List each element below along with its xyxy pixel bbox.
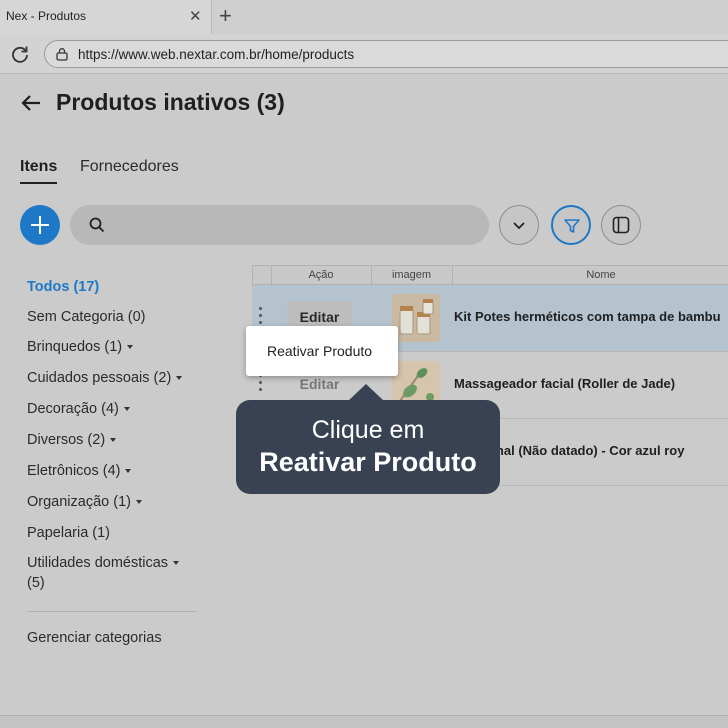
caret-down-icon[interactable]	[176, 376, 183, 381]
tooltip-line-2: Reativar Produto	[259, 447, 477, 477]
url-field[interactable]: https://www.web.nextar.com.br/home/produ…	[44, 40, 728, 68]
category-eletronicos[interactable]: Eletrônicos (4)	[27, 463, 132, 479]
category-utilidades-count[interactable]: (5)	[27, 575, 45, 591]
header-imagem: imagem	[391, 269, 432, 281]
reactivate-product-menu-item[interactable]: Reativar Produto	[267, 343, 372, 359]
category-sem-categoria[interactable]: Sem Categoria (0)	[27, 309, 145, 325]
product-name: Massageador facial (Roller de Jade)	[454, 376, 676, 391]
category-label: Decoração (4)	[27, 401, 119, 417]
browser-tab-title: Nex - Produtos	[6, 9, 87, 23]
category-brinquedos[interactable]: Brinquedos (1)	[27, 339, 134, 355]
header-acao: Ação	[308, 269, 334, 281]
category-label: Cuidados pessoais (2)	[27, 370, 172, 386]
filter-icon	[564, 219, 580, 233]
tooltip-line-1: Clique em	[311, 416, 425, 444]
add-product-button[interactable]	[20, 205, 60, 245]
tab-itens[interactable]: Itens	[20, 158, 58, 184]
expand-button[interactable]	[499, 205, 539, 245]
table-header: Ação imagem Nome	[252, 265, 728, 285]
close-tab-icon[interactable]: ✕	[189, 7, 202, 25]
browser-tab[interactable]: Nex - Produtos ✕	[0, 0, 212, 34]
page-title: Produtos inativos (3)	[56, 89, 285, 116]
caret-down-icon[interactable]	[125, 469, 132, 474]
address-bar: https://www.web.nextar.com.br/home/produ…	[0, 34, 728, 74]
category-label: Diversos (2)	[27, 432, 106, 448]
page-title-count: (3)	[256, 89, 285, 115]
sidebar-panel-icon	[612, 216, 630, 234]
chevron-down-icon	[513, 222, 525, 230]
bottom-scrollbar[interactable]	[0, 715, 728, 728]
category-papelaria[interactable]: Papelaria (1)	[27, 525, 110, 541]
new-tab-icon[interactable]: +	[219, 3, 232, 29]
caret-down-icon[interactable]	[127, 345, 134, 350]
caret-down-icon[interactable]	[173, 561, 180, 566]
caret-down-icon[interactable]	[135, 500, 142, 505]
category-organizacao[interactable]: Organização (1)	[27, 494, 142, 510]
category-label: Brinquedos (1)	[27, 339, 123, 355]
reload-icon[interactable]	[10, 44, 30, 64]
search-icon	[89, 217, 105, 233]
header-nome: Nome	[586, 269, 616, 281]
back-arrow-icon[interactable]	[20, 92, 42, 114]
sidebar-divider	[27, 611, 197, 612]
category-label: Eletrônicos (4)	[27, 463, 121, 479]
browser-tab-bar: Nex - Produtos ✕ +	[0, 0, 728, 34]
url-text: https://www.web.nextar.com.br/home/produ…	[78, 47, 355, 62]
category-cuidados-pessoais[interactable]: Cuidados pessoais (2)	[27, 370, 183, 386]
product-image	[392, 294, 440, 342]
page-title-text: Produtos inativos	[56, 89, 251, 115]
tab-fornecedores[interactable]: Fornecedores	[80, 158, 179, 176]
category-label: Utilidades domésticas	[27, 555, 169, 571]
category-decoracao[interactable]: Decoração (4)	[27, 401, 130, 417]
category-label: Organização (1)	[27, 494, 131, 510]
instruction-tooltip: Clique em Reativar Produto	[236, 384, 500, 494]
caret-down-icon[interactable]	[123, 407, 130, 412]
category-diversos[interactable]: Diversos (2)	[27, 432, 117, 448]
more-options-icon[interactable]	[259, 374, 263, 394]
more-options-icon[interactable]	[259, 307, 263, 327]
toggle-sidebar-button[interactable]	[601, 205, 641, 245]
search-input[interactable]	[114, 215, 474, 235]
row-context-menu: Reativar Produto	[246, 326, 398, 376]
category-utilidades-domesticas[interactable]: Utilidades domésticas	[27, 555, 180, 571]
product-name: Kit Potes herméticos com tampa de bambu	[454, 309, 721, 324]
filter-button[interactable]	[551, 205, 591, 245]
manage-categories-link[interactable]: Gerenciar categorias	[27, 630, 162, 646]
caret-down-icon[interactable]	[110, 438, 117, 443]
lock-icon	[56, 48, 68, 61]
category-todos[interactable]: Todos (17)	[27, 279, 99, 295]
search-bar[interactable]	[70, 205, 489, 245]
